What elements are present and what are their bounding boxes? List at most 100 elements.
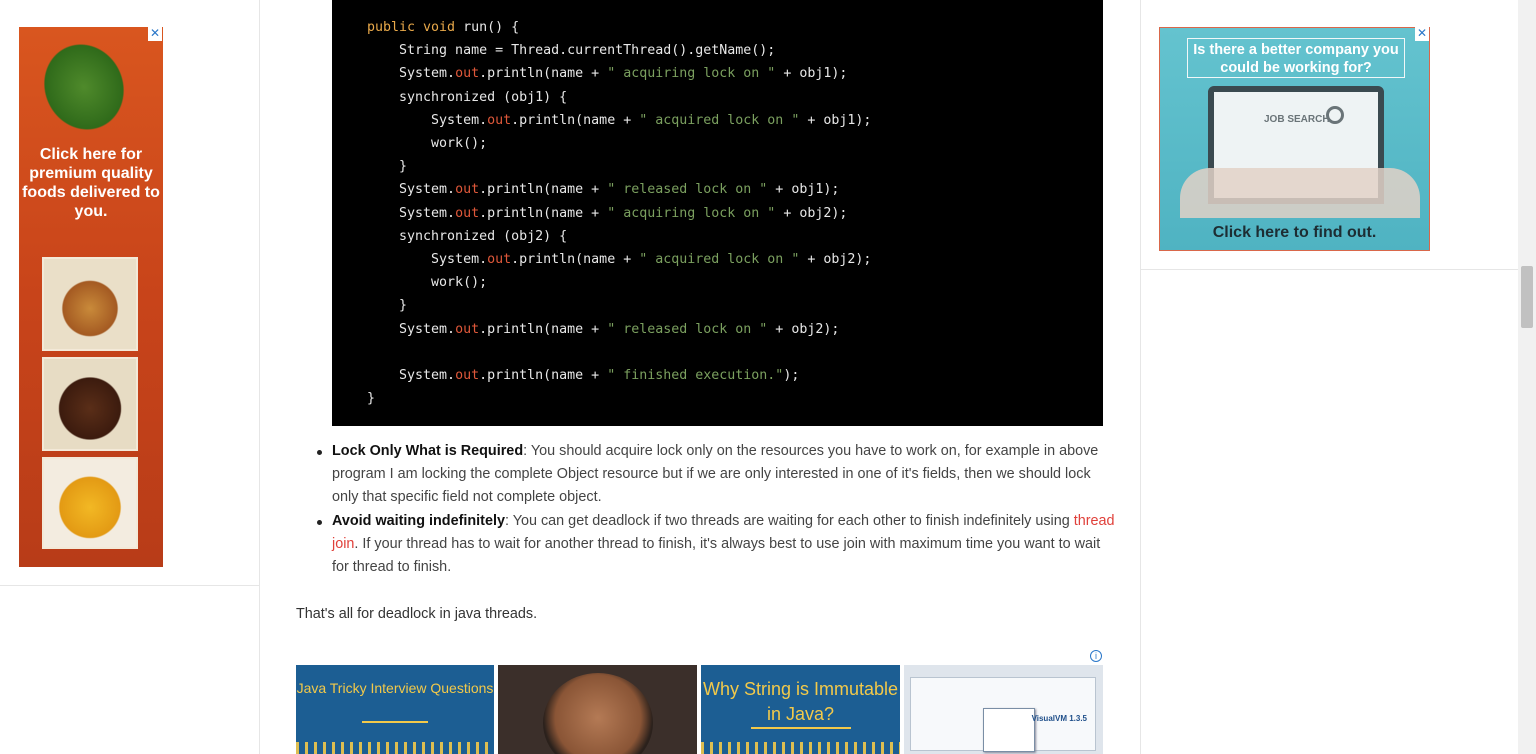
- code-token: .println(name +: [479, 66, 608, 82]
- code-token: + obj1);: [775, 66, 848, 82]
- code-token: " acquired lock on ": [639, 252, 800, 267]
- list-item: Lock Only What is Required: You should a…: [316, 440, 1116, 510]
- close-icon[interactable]: ✕: [1415, 27, 1429, 41]
- code-line: System.out.println(name + " acquired loc…: [367, 250, 871, 270]
- related-posts-row: Java Tricky Interview Questions Why Stri…: [296, 665, 1103, 754]
- code-token: .println(name +: [479, 368, 608, 383]
- scrollbar-thumb[interactable]: [1521, 266, 1533, 328]
- code-line: System.out.println(name + " released loc…: [367, 320, 839, 340]
- related-tile-java-tricky[interactable]: Java Tricky Interview Questions: [296, 665, 494, 754]
- code-line: work();: [367, 273, 487, 293]
- code-token: " acquiring lock on ": [607, 205, 776, 221]
- tile-title: Java Tricky Interview Questions: [296, 680, 494, 696]
- code-line: }: [367, 389, 375, 409]
- tip-title: Avoid waiting indefinitely: [332, 512, 505, 529]
- code-token: out: [455, 321, 480, 337]
- code-token: " acquiring lock on ": [607, 66, 776, 82]
- tip-text: . If your thread has to wait for another…: [332, 535, 1101, 576]
- code-token: " released lock on ": [607, 182, 768, 198]
- tile-title: VisualVM 1.3.5: [1031, 714, 1087, 723]
- tile-underline: [750, 727, 851, 729]
- code-token: String name = Thread.currentThread().get…: [367, 43, 776, 59]
- code-line: System.out.println(name + " acquiring lo…: [367, 204, 847, 224]
- code-token: System.: [367, 368, 456, 383]
- left-ad-text: Click here for premium quality foods del…: [22, 146, 160, 220]
- hands-image: [1180, 168, 1420, 218]
- article-content: public void run() { String name = Thread…: [260, 0, 1140, 754]
- code-token: System.: [367, 205, 456, 221]
- tile-underline: [362, 721, 428, 723]
- code-token: System.: [367, 66, 456, 82]
- code-token: }: [367, 391, 376, 407]
- code-token: .println(name +: [479, 321, 608, 337]
- code-token: .println(name +: [511, 252, 640, 267]
- code-token: System.: [367, 321, 456, 337]
- right-job-ad[interactable]: Is there a better company you could be w…: [1159, 27, 1430, 251]
- context-menu-image: [983, 708, 1035, 752]
- food-image-macaroni: [42, 457, 138, 549]
- magnifier-icon: [1326, 106, 1344, 124]
- code-token: public void: [367, 20, 464, 35]
- code-token: );: [783, 368, 800, 383]
- tile-decoration: [296, 742, 494, 754]
- related-tile-string-immutable[interactable]: Why String is Immutable in Java?: [701, 665, 900, 754]
- code-line: String name = Thread.currentThread().get…: [367, 41, 775, 61]
- code-line: System.out.println(name + " acquired loc…: [367, 111, 871, 131]
- right-ad-container: Is there a better company you could be w…: [1141, 0, 1519, 270]
- code-token: work();: [367, 136, 488, 151]
- tile-decoration: [701, 742, 900, 754]
- code-token: " released lock on ": [607, 321, 768, 337]
- list-item: Avoid waiting indefinitely: You can get …: [316, 510, 1116, 580]
- tile-title: Why String is Immutable in Java?: [702, 679, 899, 724]
- code-token: System.: [367, 182, 456, 198]
- code-token: out: [455, 205, 480, 221]
- adchoices-icon[interactable]: i: [1090, 650, 1102, 662]
- tip-title: Lock Only What is Required: [332, 443, 524, 459]
- visualvm-screenshot: VisualVM 1.3.5: [910, 677, 1096, 752]
- related-tile-author-photo[interactable]: [498, 665, 697, 754]
- right-ad-cta: Click here to find out.: [1212, 224, 1377, 241]
- code-line: }: [367, 296, 407, 316]
- related-tile-visualvm[interactable]: VisualVM 1.3.5: [904, 665, 1103, 754]
- code-token: synchronized (obj2) {: [367, 228, 568, 244]
- code-token: + obj1);: [799, 112, 872, 128]
- basil-leaf-image: [22, 27, 146, 152]
- code-token: " acquired lock on ": [639, 112, 800, 128]
- code-token: + obj2);: [775, 205, 848, 221]
- code-token: out: [455, 368, 480, 383]
- code-token: out: [487, 112, 512, 128]
- code-line: work();: [367, 134, 487, 154]
- left-food-ad[interactable]: Click here for premium quality foods del…: [19, 27, 163, 567]
- code-token: run() {: [463, 20, 520, 35]
- left-sidebar: Click here for premium quality foods del…: [0, 0, 260, 754]
- code-token: System.: [367, 112, 488, 128]
- code-token: }: [367, 159, 408, 175]
- code-token: }: [367, 298, 408, 314]
- page: Click here for premium quality foods del…: [0, 0, 1536, 754]
- code-token: out: [455, 66, 480, 82]
- code-token: System.: [367, 252, 488, 267]
- code-token: + obj2);: [767, 321, 840, 337]
- code-line: synchronized (obj2) {: [367, 227, 567, 247]
- code-line: synchronized (obj1) {: [367, 88, 567, 108]
- food-image-rice: [42, 257, 138, 351]
- close-icon[interactable]: ✕: [148, 27, 162, 41]
- code-line: System.out.println(name + " released loc…: [367, 180, 839, 200]
- code-token: " finished execution.": [607, 368, 784, 383]
- code-line: System.out.println(name + " finished exe…: [367, 366, 799, 386]
- code-token: out: [455, 182, 480, 198]
- page-scrollbar[interactable]: [1518, 0, 1536, 754]
- job-search-text: JOB SEARCH: [1264, 114, 1330, 125]
- code-line: public void run() {: [367, 18, 519, 38]
- code-token: synchronized (obj1) {: [367, 89, 568, 105]
- right-sidebar: Is there a better company you could be w…: [1140, 0, 1519, 754]
- left-ad-container: Click here for premium quality foods del…: [0, 0, 259, 586]
- tips-list: Lock Only What is Required: You should a…: [316, 440, 1116, 579]
- code-token: work();: [367, 275, 488, 291]
- closing-paragraph: That's all for deadlock in java threads.: [296, 606, 538, 622]
- code-block: public void run() { String name = Thread…: [332, 0, 1103, 426]
- code-line: }: [367, 157, 407, 177]
- code-token: + obj1);: [767, 182, 840, 198]
- code-token: .println(name +: [479, 205, 608, 221]
- code-token: out: [487, 252, 512, 267]
